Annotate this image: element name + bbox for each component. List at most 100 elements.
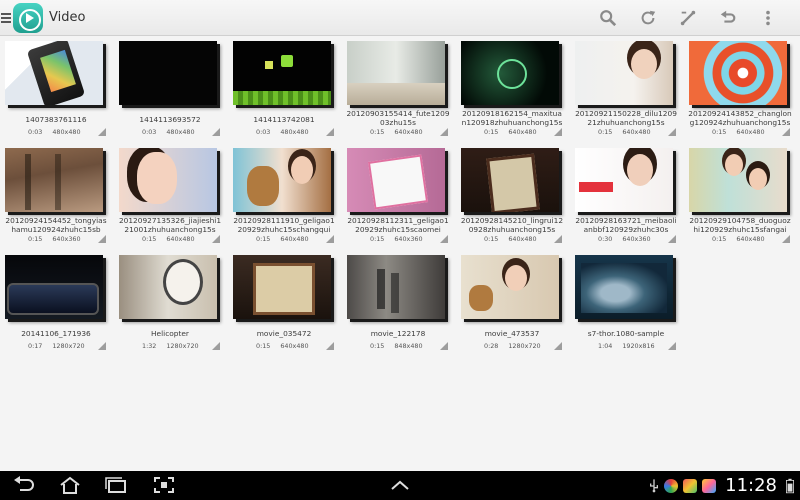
video-thumbnail[interactable] [689, 41, 787, 105]
drawer-icon[interactable] [1, 12, 11, 23]
item-options-corner-icon[interactable] [554, 235, 562, 243]
item-options-corner-icon[interactable] [98, 342, 106, 350]
video-duration: 0:15 [142, 235, 157, 243]
item-options-corner-icon[interactable] [782, 235, 790, 243]
video-title: 20120928111910_geligao120929zhuhc15schan… [233, 216, 335, 234]
video-tile[interactable]: 20141106_171936 0:17 1280x720 [4, 254, 118, 361]
video-meta: 0:15 640x480 [484, 235, 537, 243]
item-options-corner-icon[interactable] [212, 235, 220, 243]
item-options-corner-icon[interactable] [440, 342, 448, 350]
video-app-icon[interactable] [13, 2, 43, 33]
video-tile[interactable]: movie_122178 0:15 848x480 [346, 254, 460, 361]
video-tile[interactable]: 1414113693572 0:03 480x480 [118, 40, 232, 147]
video-tile[interactable]: movie_473537 0:28 1280x720 [460, 254, 574, 361]
video-meta: 0:03 480x480 [256, 128, 309, 136]
video-title: 20120929104758_duoguozhi120929zhuhc15sfa… [689, 216, 791, 234]
overflow-menu-button[interactable] [748, 0, 788, 36]
video-tile[interactable]: 20120929104758_duoguozhi120929zhuhc15sfa… [688, 147, 800, 254]
thumbnail-image [5, 41, 103, 105]
video-thumbnail[interactable] [689, 148, 787, 212]
item-options-corner-icon[interactable] [326, 235, 334, 243]
video-thumbnail[interactable] [233, 148, 331, 212]
video-thumbnail[interactable] [119, 148, 217, 212]
item-options-corner-icon[interactable] [326, 342, 334, 350]
screenshot-button[interactable] [144, 474, 184, 496]
item-options-corner-icon[interactable] [98, 235, 106, 243]
video-resolution: 640x480 [280, 342, 309, 350]
item-options-corner-icon[interactable] [554, 128, 562, 136]
expand-button[interactable] [380, 474, 420, 496]
video-duration: 0:03 [28, 128, 43, 136]
video-thumbnail[interactable] [5, 148, 103, 212]
video-tile[interactable]: 20120924154452_tongyiashamu120924zhuhc15… [4, 147, 118, 254]
search-button[interactable] [588, 0, 628, 36]
thumbnail-image [347, 41, 445, 105]
video-duration: 0:15 [712, 235, 727, 243]
back-action-button[interactable] [708, 0, 748, 36]
video-tile[interactable]: 20120928112311_geligao120929zhuhc15scaom… [346, 147, 460, 254]
video-thumbnail[interactable] [119, 41, 217, 105]
home-button[interactable] [50, 474, 90, 496]
video-resolution: 640x360 [52, 235, 81, 243]
item-options-corner-icon[interactable] [98, 128, 106, 136]
video-tile[interactable]: Helicopter 1:32 1280x720 [118, 254, 232, 361]
thumbnail-image [119, 255, 217, 319]
video-tile[interactable]: 1407383761116 0:03 480x480 [4, 40, 118, 147]
video-tile[interactable]: s7-thor.1080-sample 1:04 1920x816 [574, 254, 688, 361]
more-vert-icon [766, 10, 770, 26]
video-duration: 0:03 [142, 128, 157, 136]
item-options-corner-icon[interactable] [212, 342, 220, 350]
video-resolution: 480x480 [52, 128, 81, 136]
refresh-button[interactable] [628, 0, 668, 36]
recent-apps-button[interactable] [96, 474, 136, 496]
video-tile[interactable]: 20120918162154_maxituan120918zhuhuanchon… [460, 40, 574, 147]
video-title: 1414113742081 [253, 115, 315, 124]
video-resolution: 1280x720 [52, 342, 85, 350]
video-tile[interactable]: movie_035472 0:15 640x480 [232, 254, 346, 361]
video-thumbnail[interactable] [575, 255, 673, 319]
item-options-corner-icon[interactable] [212, 128, 220, 136]
video-tile[interactable]: 20120928163721_meibaolianbbf120929zhuhc3… [574, 147, 688, 254]
item-options-corner-icon[interactable] [668, 128, 676, 136]
video-thumbnail[interactable] [461, 41, 559, 105]
video-thumbnail[interactable] [461, 255, 559, 319]
video-thumbnail[interactable] [5, 41, 103, 105]
video-thumbnail[interactable] [347, 41, 445, 105]
video-thumbnail[interactable] [233, 41, 331, 105]
video-title: 1414113693572 [139, 115, 201, 124]
video-tile[interactable]: 20120928111910_geligao120929zhuhc15schan… [232, 147, 346, 254]
video-thumbnail[interactable] [347, 148, 445, 212]
video-title: 20120927135326_jiajieshi121001zhuhuancho… [118, 216, 222, 234]
item-options-corner-icon[interactable] [554, 342, 562, 350]
item-options-corner-icon[interactable] [440, 128, 448, 136]
video-tile[interactable]: 20120921150228_dilu120921zhuhuanchong15s… [574, 40, 688, 147]
video-resolution: 640x360 [622, 235, 651, 243]
refresh-icon [641, 10, 656, 25]
video-thumbnail[interactable] [575, 148, 673, 212]
thumbnail-image [461, 255, 559, 319]
edit-button[interactable] [668, 0, 708, 36]
item-options-corner-icon[interactable] [782, 128, 790, 136]
video-tile[interactable]: 20120924143852_changlong120924zhuhuancho… [688, 40, 800, 147]
video-tile[interactable]: 1414113742081 0:03 480x480 [232, 40, 346, 147]
video-duration: 0:03 [256, 128, 271, 136]
item-options-corner-icon[interactable] [440, 235, 448, 243]
item-options-corner-icon[interactable] [326, 128, 334, 136]
video-thumbnail[interactable] [5, 255, 103, 319]
video-duration: 0:15 [256, 235, 271, 243]
video-title: 20120924154452_tongyiashamu120924zhuhc15… [5, 216, 107, 234]
video-thumbnail[interactable] [119, 255, 217, 319]
item-options-corner-icon[interactable] [668, 342, 676, 350]
video-meta: 0:15 640x480 [256, 342, 309, 350]
video-title: movie_122178 [370, 329, 426, 338]
video-thumbnail[interactable] [233, 255, 331, 319]
video-tile[interactable]: 20120927135326_jiajieshi121001zhuhuancho… [118, 147, 232, 254]
item-options-corner-icon[interactable] [668, 235, 676, 243]
video-tile[interactable]: 20120928145210_lingrui120928zhuhuanchong… [460, 147, 574, 254]
video-tile[interactable]: 20120903155414_fute120903zhu15s 0:15 640x4… [346, 40, 460, 147]
video-thumbnail[interactable] [461, 148, 559, 212]
video-thumbnail[interactable] [575, 41, 673, 105]
video-thumbnail[interactable] [347, 255, 445, 319]
back-button[interactable] [4, 474, 44, 496]
status-area[interactable]: 11:28 [649, 471, 794, 500]
